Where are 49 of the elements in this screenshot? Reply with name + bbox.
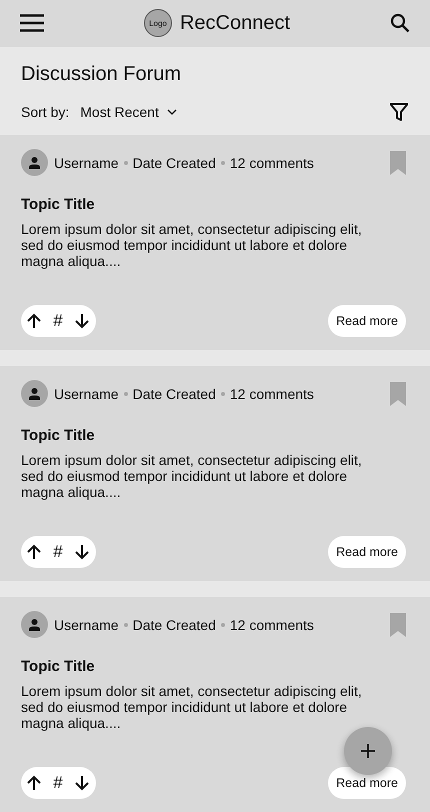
person-icon	[29, 618, 40, 630]
topic-title: Topic Title	[21, 427, 96, 445]
comment-count: 12 comments	[230, 154, 314, 170]
bullet-separator	[220, 160, 225, 164]
post-date: Date Created	[132, 386, 216, 402]
arrow-down-icon	[74, 544, 90, 560]
vote-score: #	[52, 773, 64, 793]
menu-button[interactable]	[20, 14, 44, 32]
logo: Logo	[144, 9, 172, 38]
app-name: RecConnect	[180, 12, 290, 35]
arrow-up-icon	[26, 313, 42, 329]
arrow-up-icon	[26, 544, 42, 560]
arrow-up-icon	[26, 775, 42, 791]
filter-icon	[390, 102, 408, 121]
topic-title: Topic Title	[21, 658, 96, 676]
menu-icon	[20, 14, 44, 32]
page-title: Discussion Forum	[21, 62, 182, 87]
search-button[interactable]	[390, 13, 410, 34]
sort-label: Sort by:	[21, 104, 70, 120]
post-excerpt: Lorem ipsum dolor sit amet, consectetur adipiscing elit, sed do eiusmod tempor incididunt ut labore et dolore magna aliqua....	[21, 683, 363, 731]
search-icon	[390, 13, 410, 34]
username: Username	[54, 616, 119, 632]
read-more-button[interactable]: Read more	[328, 536, 406, 568]
bullet-separator	[124, 622, 128, 626]
post-excerpt: Lorem ipsum dolor sit amet, consectetur adipiscing elit, sed do eiusmod tempor incididunt ut labore et dolore magna aliqua....	[21, 221, 363, 269]
read-more-button[interactable]: Read more	[328, 305, 406, 337]
arrow-down-icon	[74, 313, 90, 329]
vote-score: #	[52, 542, 64, 562]
bullet-separator	[124, 160, 128, 164]
chevron-down-icon	[166, 108, 177, 115]
person-icon	[29, 156, 40, 168]
bullet-separator	[124, 392, 128, 396]
vote-score: #	[52, 311, 64, 331]
read-more-button[interactable]: Read more	[328, 767, 406, 799]
comment-count: 12 comments	[230, 386, 314, 402]
sort-dropdown[interactable]: Most Recent	[80, 104, 177, 120]
plus-icon	[361, 744, 375, 758]
comment-count: 12 comments	[230, 616, 314, 632]
username: Username	[54, 386, 119, 402]
post-date: Date Created	[132, 154, 216, 170]
filter-button[interactable]	[390, 102, 408, 121]
arrow-down-icon	[74, 775, 90, 791]
post-excerpt: Lorem ipsum dolor sit amet, consectetur adipiscing elit, sed do eiusmod tempor incididunt ut labore et dolore magna aliqua....	[21, 452, 363, 500]
bullet-separator	[220, 392, 225, 396]
post-date: Date Created	[132, 616, 216, 632]
username: Username	[54, 154, 119, 170]
bullet-separator	[220, 622, 225, 626]
topic-title: Topic Title	[21, 196, 96, 214]
person-icon	[29, 388, 40, 400]
